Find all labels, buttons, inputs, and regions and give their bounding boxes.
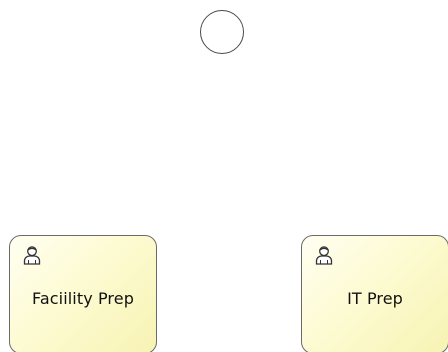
task-facility-prep[interactable]: Faciility Prep: [9, 235, 157, 352]
task-it-prep[interactable]: IT Prep: [301, 235, 448, 352]
task-label: Faciility Prep: [32, 289, 134, 308]
task-label: IT Prep: [347, 289, 403, 308]
user-task-icon: [315, 246, 333, 265]
diagram-canvas: Faciility Prep IT Prep: [0, 0, 448, 352]
start-event[interactable]: [200, 10, 244, 54]
user-task-icon: [23, 246, 41, 265]
